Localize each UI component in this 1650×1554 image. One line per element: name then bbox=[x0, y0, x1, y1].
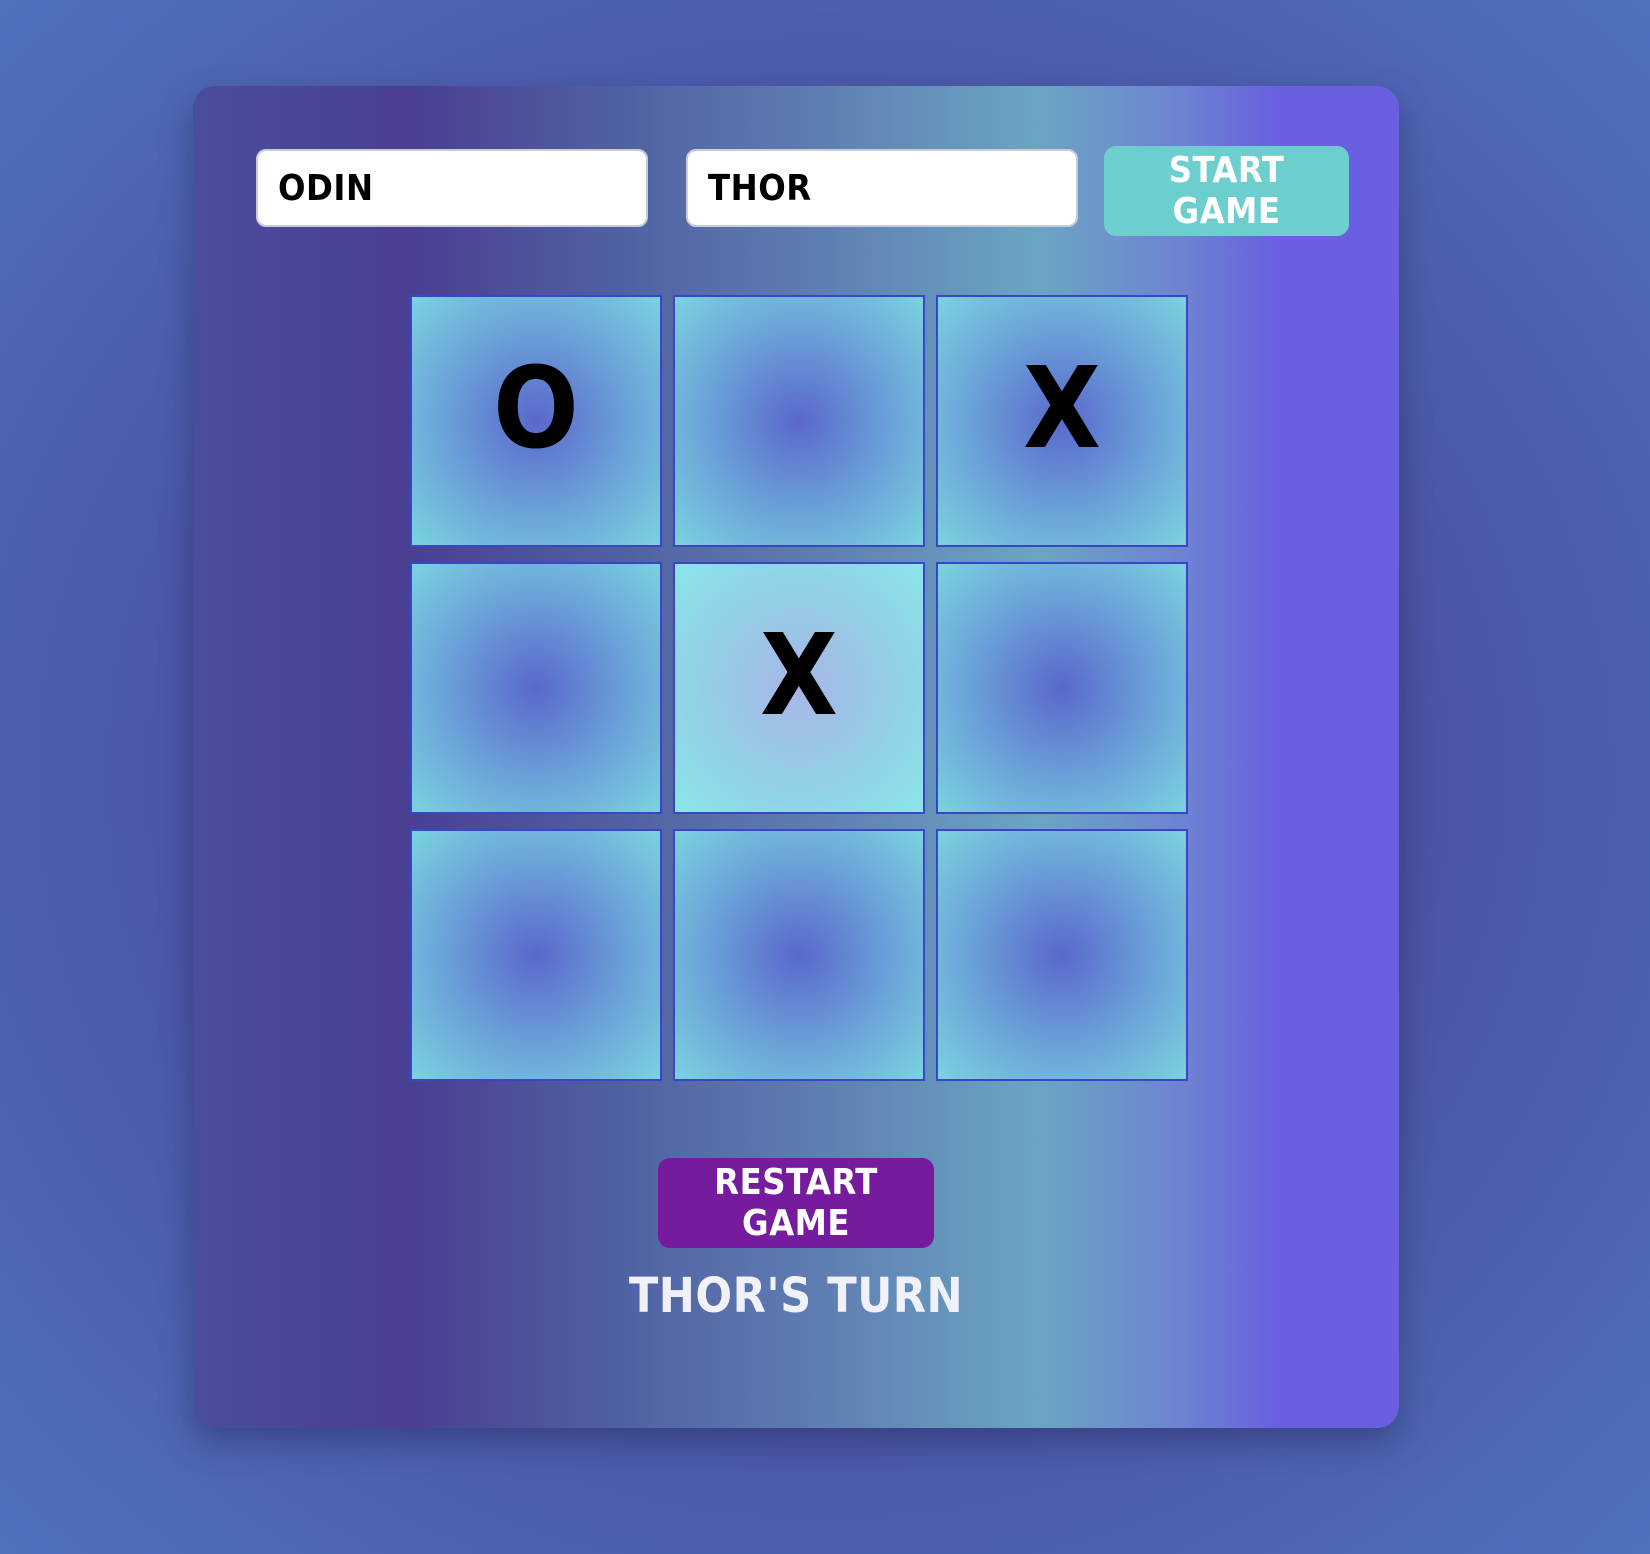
start-game-button[interactable]: START GAME bbox=[1104, 146, 1349, 236]
game-board: O X X bbox=[410, 295, 1188, 1081]
board-cell-6[interactable] bbox=[410, 829, 662, 1081]
player2-name-input[interactable] bbox=[686, 149, 1078, 227]
game-card: START GAME O X X RESTART GAME THOR'S bbox=[193, 86, 1399, 1428]
board-cell-7[interactable] bbox=[673, 829, 925, 1081]
board-cell-5[interactable] bbox=[936, 562, 1188, 814]
board-cell-2[interactable]: X bbox=[936, 295, 1188, 547]
cell-mark: X bbox=[760, 611, 838, 741]
board-cell-4[interactable]: X bbox=[673, 562, 925, 814]
restart-game-button[interactable]: RESTART GAME bbox=[658, 1158, 934, 1248]
board-cell-8[interactable] bbox=[936, 829, 1188, 1081]
turn-status: THOR'S TURN bbox=[628, 1268, 964, 1324]
cell-mark: X bbox=[1023, 344, 1101, 474]
player1-name-input[interactable] bbox=[256, 149, 648, 227]
board-cell-1[interactable] bbox=[673, 295, 925, 547]
board-cell-3[interactable] bbox=[410, 562, 662, 814]
board-cell-0[interactable]: O bbox=[410, 295, 662, 547]
cell-mark: O bbox=[493, 344, 579, 474]
